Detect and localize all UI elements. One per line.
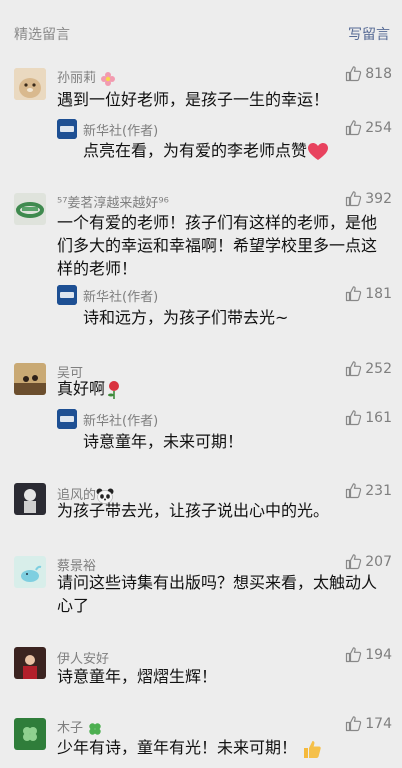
reply-author[interactable]: 新华社(作者) bbox=[83, 120, 158, 139]
comment-text: 真好啊 bbox=[57, 377, 387, 400]
heart-emoji bbox=[308, 142, 329, 160]
comment-author[interactable]: 孙丽莉 bbox=[57, 67, 116, 87]
thumbs-up-icon bbox=[345, 409, 362, 426]
avatar[interactable] bbox=[14, 556, 46, 588]
like-button[interactable]: 194 bbox=[345, 646, 392, 663]
comment-item: 木子 174 少年有诗，童年有光！未来可期！ bbox=[0, 714, 402, 768]
write-comment-button[interactable]: 写留言 bbox=[348, 24, 390, 44]
author-avatar[interactable] bbox=[57, 119, 77, 139]
like-button[interactable]: 161 bbox=[345, 409, 392, 426]
comment-author[interactable]: ⁵⁷姜茗淳越来越好⁹⁶ bbox=[57, 192, 169, 211]
comment-item: ⁵⁷姜茗淳越来越好⁹⁶ 392 一个有爱的老师！孩子们有这样的老师，是他们多大的… bbox=[0, 187, 402, 337]
comment-item: 追风的 231 为孩子带去光，让孩子说出心中的光。 bbox=[0, 479, 402, 539]
reply-author[interactable]: 新华社(作者) bbox=[83, 286, 158, 305]
like-count: 161 bbox=[365, 409, 392, 426]
reply-text: 诗和远方，为孩子们带去光~ bbox=[83, 308, 289, 327]
avatar[interactable] bbox=[14, 193, 46, 225]
like-count: 818 bbox=[365, 65, 392, 82]
like-button[interactable]: 207 bbox=[345, 553, 392, 570]
like-count: 174 bbox=[365, 715, 392, 732]
comment-text: 为孩子带去光，让孩子说出心中的光。 bbox=[57, 501, 330, 520]
avatar[interactable] bbox=[14, 647, 46, 679]
thumbs-up-icon bbox=[345, 119, 362, 136]
comment-text: 一个有爱的老师！孩子们有这样的老师，是他们多大的幸运和幸福啊！希望学校里多一点这… bbox=[57, 213, 378, 278]
rose-emoji bbox=[108, 380, 120, 399]
comment-author[interactable]: 木子 bbox=[57, 717, 103, 737]
comments-header: 精选留言 写留言 bbox=[0, 0, 402, 52]
comment-text: 请问这些诗集有出版吗？想买来看，太触动人心了 bbox=[57, 573, 378, 615]
comment-item: 吴可 252 真好啊 新华社(作者) 161 诗意童年，未来可期！ bbox=[0, 357, 402, 457]
avatar[interactable] bbox=[14, 483, 46, 515]
like-button[interactable]: 392 bbox=[345, 190, 392, 207]
avatar[interactable] bbox=[14, 363, 46, 395]
like-count: 181 bbox=[365, 285, 392, 302]
like-count: 252 bbox=[365, 360, 392, 377]
like-button[interactable]: 231 bbox=[345, 482, 392, 499]
like-count: 392 bbox=[365, 190, 392, 207]
like-count: 207 bbox=[365, 553, 392, 570]
comment-item: 伊人安好 194 诗意童年，熠熠生辉！ bbox=[0, 643, 402, 703]
like-button[interactable]: 252 bbox=[345, 360, 392, 377]
thumbs-up-icon bbox=[345, 360, 362, 377]
author-avatar[interactable] bbox=[57, 285, 77, 305]
reply-text: 诗意童年，未来可期！ bbox=[83, 432, 244, 451]
clover-emoji bbox=[89, 722, 101, 735]
thumbs-up-icon bbox=[345, 190, 362, 207]
avatar[interactable] bbox=[14, 718, 46, 750]
like-button[interactable]: 254 bbox=[345, 119, 392, 136]
comment-text: 少年有诗，童年有光！未来可期！ bbox=[57, 736, 387, 759]
like-count: 231 bbox=[365, 482, 392, 499]
like-button[interactable]: 818 bbox=[345, 65, 392, 82]
thumbs-up-icon bbox=[345, 482, 362, 499]
author-avatar[interactable] bbox=[57, 409, 77, 429]
avatar[interactable] bbox=[14, 68, 46, 100]
thumbs-up-icon bbox=[345, 65, 362, 82]
comment-text: 诗意童年，熠熠生辉！ bbox=[57, 667, 218, 686]
thumbs-up-icon bbox=[345, 553, 362, 570]
thumbs-up-icon bbox=[345, 285, 362, 302]
section-title: 精选留言 bbox=[14, 27, 70, 43]
thumbs-up-icon bbox=[345, 715, 362, 732]
reply-text: 点亮在看，为有爱的李老师点赞 bbox=[83, 139, 329, 162]
comment-item: 蔡景裕 207 请问这些诗集有出版吗？想买来看，太触动人心了 bbox=[0, 552, 402, 632]
like-count: 194 bbox=[365, 646, 392, 663]
like-count: 254 bbox=[365, 119, 392, 136]
thumbs-up-emoji bbox=[304, 740, 321, 758]
thumbs-up-icon bbox=[345, 646, 362, 663]
reply-author[interactable]: 新华社(作者) bbox=[83, 410, 158, 429]
like-button[interactable]: 181 bbox=[345, 285, 392, 302]
like-button[interactable]: 174 bbox=[345, 715, 392, 732]
flower-emoji bbox=[101, 71, 116, 86]
comment-text: 遇到一位好老师，是孩子一生的幸运！ bbox=[57, 90, 330, 109]
comment-item: 孙丽莉 818 遇到一位好老师，是孩子一生的幸运！ 新华社(作者) 254 点亮… bbox=[0, 62, 402, 174]
